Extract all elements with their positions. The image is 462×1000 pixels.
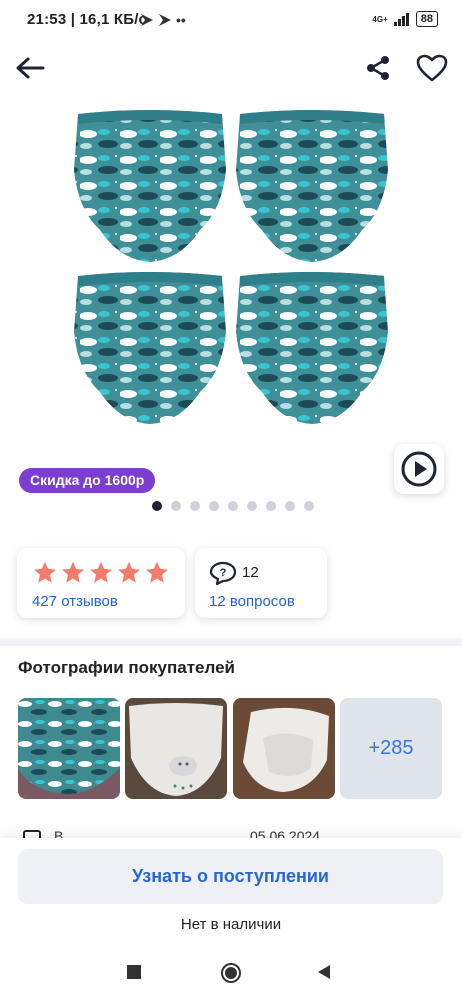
customer-photos-title: Фотографии покупателей xyxy=(18,658,235,677)
status-icons: 4G+ 88 xyxy=(372,11,438,27)
arrow-app-icon xyxy=(141,14,153,26)
customer-photo-2-image xyxy=(125,698,227,799)
notify-availability-button[interactable]: Узнать о поступлении xyxy=(18,849,443,904)
customer-photo-2[interactable] xyxy=(125,698,227,799)
star-icon xyxy=(34,561,56,583)
gallery-dot[interactable] xyxy=(247,501,257,511)
gallery-dot[interactable] xyxy=(152,501,162,511)
more-photos-count: +285 xyxy=(368,737,414,759)
product-image xyxy=(74,110,388,424)
gallery-dot[interactable] xyxy=(190,501,200,511)
arrow-app-icon-2 xyxy=(159,14,171,26)
battery-indicator: 88 xyxy=(415,11,438,27)
star-icon xyxy=(146,561,168,583)
customer-photo-3[interactable] xyxy=(233,698,335,799)
circle-icon xyxy=(221,963,241,983)
more-notifications-icon: •• xyxy=(176,12,186,28)
panty-1 xyxy=(74,110,226,262)
status-time: 21:53 | 16,1 КБ/с xyxy=(27,11,148,28)
question-bubble-icon: ? xyxy=(209,561,237,585)
share-button[interactable] xyxy=(360,48,396,88)
questions-count: 12 xyxy=(242,564,259,581)
product-gallery[interactable] xyxy=(0,100,462,500)
gallery-dot[interactable] xyxy=(228,501,238,511)
section-divider xyxy=(0,638,462,646)
heart-icon xyxy=(416,54,448,82)
share-icon xyxy=(367,56,389,80)
back-button[interactable] xyxy=(10,48,50,88)
customer-photo-1-image xyxy=(18,698,120,799)
back-nav-button[interactable] xyxy=(308,956,340,988)
home-button[interactable] xyxy=(214,956,248,990)
recents-button[interactable] xyxy=(118,956,150,988)
discount-badge: Скидка до 1600р xyxy=(19,468,156,493)
status-bar: 21:53 | 16,1 КБ/с •• 4G+ 88 xyxy=(0,0,462,40)
gallery-dot[interactable] xyxy=(171,501,181,511)
bottom-action-panel: Узнать о поступлении Нет в наличии xyxy=(0,838,462,944)
arrow-left-icon xyxy=(16,57,45,79)
panty-4 xyxy=(236,272,388,424)
network-type: 4G+ xyxy=(372,14,388,24)
gallery-dot[interactable] xyxy=(266,501,276,511)
svg-text:?: ? xyxy=(220,567,227,579)
system-navigation-bar xyxy=(0,944,462,1000)
rating-stars xyxy=(32,560,170,585)
gallery-dot[interactable] xyxy=(285,501,295,511)
reviews-count: 427 отзывов xyxy=(32,593,118,610)
customer-photo-3-image xyxy=(233,698,335,799)
questions-link[interactable]: 12 вопросов xyxy=(209,593,295,610)
more-photos-tile[interactable]: +285 xyxy=(340,698,442,799)
triangle-left-icon xyxy=(318,965,330,979)
play-icon xyxy=(401,451,437,487)
gallery-pagination xyxy=(0,501,462,511)
panty-2 xyxy=(236,110,388,262)
app-notification-icons: •• xyxy=(140,12,186,28)
play-video-button[interactable] xyxy=(394,444,444,494)
star-icon xyxy=(62,561,84,583)
star-icon xyxy=(90,561,112,583)
panty-3 xyxy=(74,272,226,424)
top-app-bar xyxy=(0,40,462,96)
customer-photo-1[interactable] xyxy=(18,698,120,799)
favorite-button[interactable] xyxy=(412,48,452,88)
questions-card[interactable]: ? 12 12 вопросов xyxy=(195,548,327,618)
gallery-dot[interactable] xyxy=(304,501,314,511)
signal-icon xyxy=(393,12,409,26)
gallery-dot[interactable] xyxy=(209,501,219,511)
square-icon xyxy=(127,965,141,979)
rating-card[interactable]: 427 отзывов xyxy=(17,548,185,618)
stock-status: Нет в наличии xyxy=(180,916,282,933)
star-icon xyxy=(118,561,140,583)
